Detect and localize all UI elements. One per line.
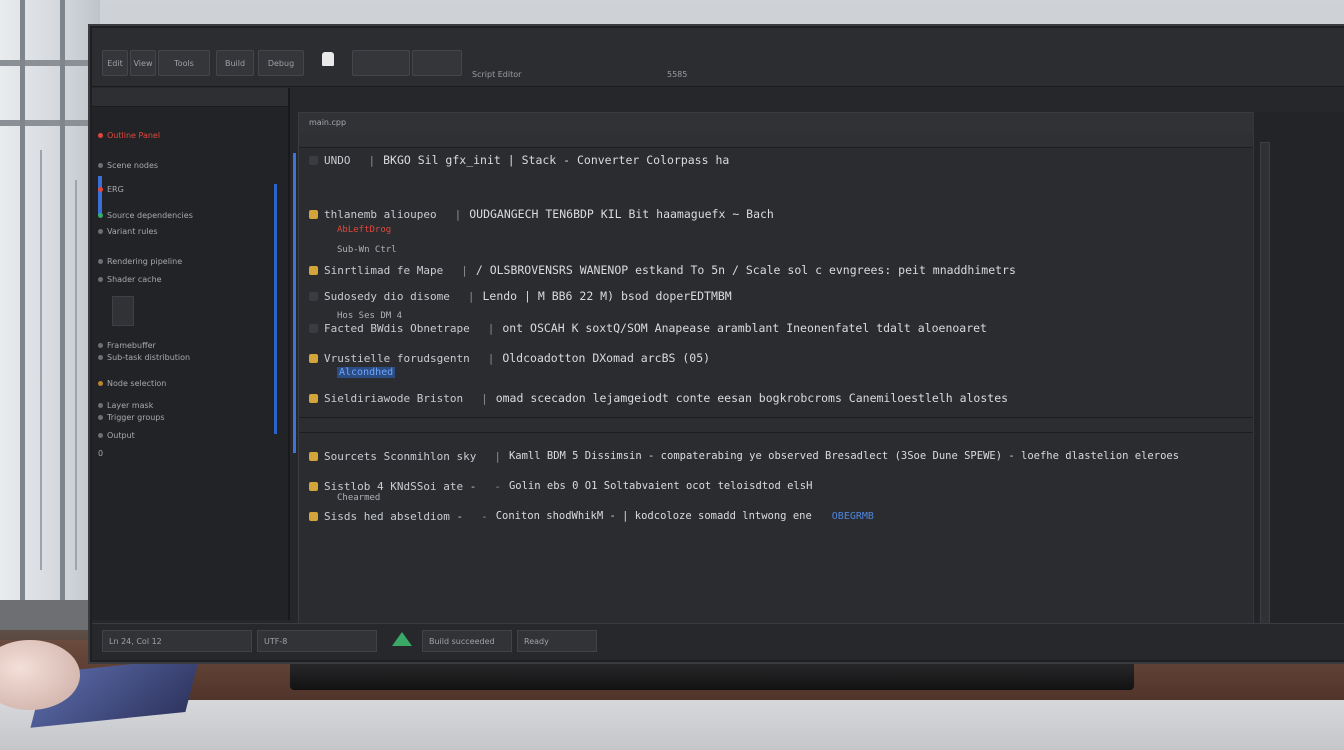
desk-edge: [0, 700, 1344, 750]
code-line[interactable]: Sudosedy dio disome | Lendo | M BB6 22 M)…: [309, 287, 1313, 305]
code-line[interactable]: UNDO | BKGO Sil gfx_init | Stack - Conver…: [309, 151, 1313, 169]
outline-row[interactable]: Trigger groups: [98, 410, 280, 424]
outline-row[interactable]: Variant rules: [98, 224, 280, 238]
toolbar-button[interactable]: Build: [216, 50, 254, 76]
code-line[interactable]: Vrustielle forudsgentn | Oldcoadotton DXo…: [309, 349, 1313, 367]
code-line[interactable]: Sinrtlimad fe Mape | / OLSBROVENSRS WANEN…: [309, 261, 1313, 279]
status-build[interactable]: Build succeeded: [422, 630, 512, 652]
status-encoding[interactable]: UTF-8: [257, 630, 377, 652]
outline-row[interactable]: Shader cache: [98, 272, 280, 286]
outline-row[interactable]: ERG: [98, 182, 280, 196]
toolbar-button[interactable]: [352, 50, 410, 76]
window-bar: [0, 120, 100, 126]
file-icon[interactable]: [322, 52, 334, 66]
code-subline: Alcondhed: [337, 367, 396, 378]
code-line[interactable]: Sistlob 4 KNdSSoi ate -- Golin ebs 0 O1 …: [309, 477, 1313, 495]
monitor-stand: [290, 660, 1134, 690]
outline-row[interactable]: Outline Panel: [98, 128, 280, 142]
tree-trunk: [75, 180, 77, 570]
editor-tabbar: main.cpp: [299, 113, 1333, 134]
code-line[interactable]: Sieldiriawode Briston | omad scecadon lej…: [309, 389, 1313, 407]
toolbar-button[interactable]: View: [130, 50, 156, 76]
outline-row[interactable]: Scene nodes: [98, 158, 280, 172]
code-subline: AbLeftDrog: [337, 225, 392, 235]
code-subline: Chearmed: [337, 493, 381, 503]
code-line[interactable]: Facted BWdis Obnetrape | ont OSCAH K soxt…: [309, 319, 1313, 337]
toolbar-button[interactable]: Tools: [158, 50, 210, 76]
toolbar-button[interactable]: [412, 50, 462, 76]
window-mullion: [60, 0, 65, 620]
build-ok-icon: [392, 632, 412, 646]
code-line[interactable]: thlanemb alioupeo | OUDGANGECH TEN6BDP KI…: [309, 205, 1313, 223]
toolbar-button[interactable]: Debug: [258, 50, 304, 76]
status-bar: Ln 24, Col 12 UTF-8 Build succeeded Read…: [92, 623, 1344, 660]
editor-subbar: [299, 133, 1333, 148]
outline-row[interactable]: Rendering pipeline: [98, 254, 280, 268]
thumbnail: [112, 296, 134, 326]
window-mullion: [20, 0, 25, 620]
code-subline: Sub-Wn Ctrl: [337, 245, 397, 255]
status-position: Ln 24, Col 12: [102, 630, 252, 652]
monitor: Edit View Tools Build Debug Script Edito…: [88, 24, 1344, 664]
outline-tabbar: [92, 88, 288, 107]
toolbar-status: 5585: [667, 70, 688, 79]
top-toolbar: Edit View Tools Build Debug Script Edito…: [92, 28, 1344, 87]
status-ready: Ready: [517, 630, 597, 652]
outline-panel: Outline Panel Scene nodes ERG Source dep…: [92, 88, 290, 620]
code-editor[interactable]: main.cpp UNDO | BKGO Sil gfx_init | Stack…: [293, 112, 1334, 624]
outline-row[interactable]: 0: [98, 446, 280, 460]
code-line[interactable]: Sisds hed abseldiom -- Coniton shodWhikM…: [309, 507, 1313, 525]
window-background: [0, 0, 100, 620]
code-line[interactable]: Sourcets Sconmihlon sky | Kamll BDM 5 Dis…: [309, 447, 1313, 465]
pane-splitter[interactable]: [299, 417, 1333, 433]
toolbar-button[interactable]: Edit: [102, 50, 128, 76]
active-line-marker: [293, 153, 296, 453]
right-gutter: [1253, 112, 1344, 660]
outline-row[interactable]: Node selection: [98, 376, 280, 390]
outline-row[interactable]: Sub-task distribution: [98, 350, 280, 364]
outline-row[interactable]: Output: [98, 428, 280, 442]
editor-tab[interactable]: main.cpp: [309, 118, 346, 127]
window-bar: [0, 60, 100, 66]
toolbar-title: Script Editor: [472, 70, 522, 79]
vertical-scrollbar[interactable]: [1260, 142, 1270, 644]
screen: Edit View Tools Build Debug Script Edito…: [92, 28, 1344, 660]
tree-trunk: [40, 150, 42, 570]
outline-row[interactable]: Source dependencies: [98, 208, 280, 222]
